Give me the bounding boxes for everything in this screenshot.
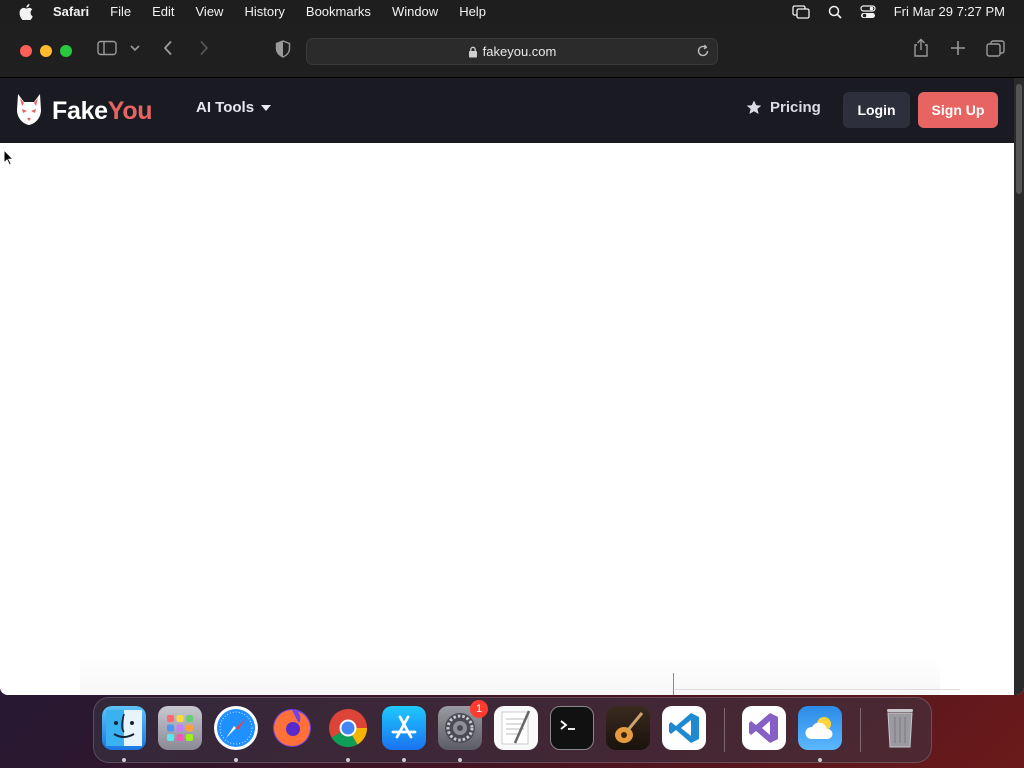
vscode-icon[interactable] [662, 706, 706, 750]
privacy-shield-icon[interactable] [275, 40, 291, 58]
app-store-icon[interactable] [382, 706, 426, 750]
pricing-label: Pricing [770, 99, 821, 116]
menu-window[interactable]: Window [392, 4, 438, 19]
safari-window: fakeyou.com FakeYou AI Tools Pricing Log… [0, 23, 1024, 695]
safari-running-dot [234, 758, 238, 762]
brand-name: FakeYou [52, 97, 153, 126]
mouse-pointer-icon [3, 148, 15, 171]
share-icon[interactable] [912, 38, 930, 58]
menu-bar: Safari File Edit View History Bookmarks … [0, 0, 1024, 23]
system-preferences-running-dot [458, 758, 462, 762]
textedit-icon[interactable] [494, 706, 538, 750]
trash-icon[interactable] [878, 706, 922, 750]
finder-running-dot [122, 758, 126, 762]
site-navbar: FakeYou AI Tools Pricing Login Sign Up [0, 78, 1014, 143]
login-button[interactable]: Login [843, 92, 910, 128]
chrome-running-dot [346, 758, 350, 762]
tab-overview-icon[interactable] [986, 40, 1005, 57]
screen-mirroring-icon[interactable] [792, 4, 810, 19]
menu-history[interactable]: History [244, 4, 284, 19]
site-logo[interactable]: FakeYou [15, 92, 153, 131]
menu-help[interactable]: Help [459, 4, 486, 19]
fox-mask-logo-icon [15, 92, 43, 131]
lock-icon [468, 46, 478, 58]
url-text: fakeyou.com [482, 44, 557, 59]
back-arrow-icon[interactable] [162, 40, 174, 56]
visual-studio-icon[interactable] [742, 706, 786, 750]
reload-icon[interactable] [696, 44, 710, 58]
chrome-icon[interactable] [326, 706, 370, 750]
pricing-link[interactable]: Pricing [746, 99, 821, 116]
close-window-button[interactable] [20, 45, 32, 57]
star-icon [746, 100, 762, 115]
forward-arrow-icon[interactable] [198, 40, 210, 56]
dock: 1 [93, 697, 932, 763]
weather-icon[interactable] [798, 706, 842, 750]
page-scrollbar[interactable] [1014, 78, 1024, 695]
finder-icon[interactable] [102, 706, 146, 750]
page-content-area [0, 143, 1014, 695]
zoom-window-button[interactable] [60, 45, 72, 57]
menu-edit[interactable]: Edit [152, 4, 174, 19]
address-bar[interactable]: fakeyou.com [306, 38, 718, 65]
terminal-icon[interactable] [550, 706, 594, 750]
minimize-window-button[interactable] [40, 45, 52, 57]
menu-file[interactable]: File [110, 4, 131, 19]
dock-separator [724, 708, 725, 752]
launchpad-icon[interactable] [158, 706, 202, 750]
spotlight-search-icon[interactable] [828, 5, 842, 19]
divider-line [675, 689, 960, 690]
accent-line [673, 673, 674, 695]
signup-button[interactable]: Sign Up [918, 92, 998, 128]
system-preferences-icon[interactable]: 1 [438, 700, 488, 750]
brand-name-you: You [107, 97, 153, 125]
new-tab-plus-icon[interactable] [950, 40, 966, 56]
menu-app-safari[interactable]: Safari [53, 4, 89, 19]
caret-down-icon [261, 104, 272, 111]
firefox-icon[interactable] [270, 706, 314, 750]
safari-icon[interactable] [214, 706, 258, 750]
garageband-icon[interactable] [606, 706, 650, 750]
brand-name-fake: Fake [52, 97, 108, 125]
menubar-clock[interactable]: Fri Mar 29 7:27 PM [894, 4, 1005, 19]
notification-badge: 1 [470, 700, 488, 718]
browser-toolbar: fakeyou.com [0, 23, 1024, 78]
control-center-icon[interactable] [860, 4, 876, 19]
chevron-down-icon[interactable] [130, 45, 140, 52]
apple-menu-icon[interactable] [19, 3, 37, 20]
weather-running-dot [818, 758, 822, 762]
sidebar-toggle-icon[interactable] [97, 40, 117, 56]
ai-tools-label: AI Tools [196, 99, 255, 116]
menu-bookmarks[interactable]: Bookmarks [306, 4, 371, 19]
menu-view[interactable]: View [196, 4, 224, 19]
scrollbar-thumb[interactable] [1016, 84, 1022, 194]
app-store-running-dot [402, 758, 406, 762]
dock-separator [860, 708, 861, 752]
ai-tools-dropdown[interactable]: AI Tools [196, 99, 272, 116]
